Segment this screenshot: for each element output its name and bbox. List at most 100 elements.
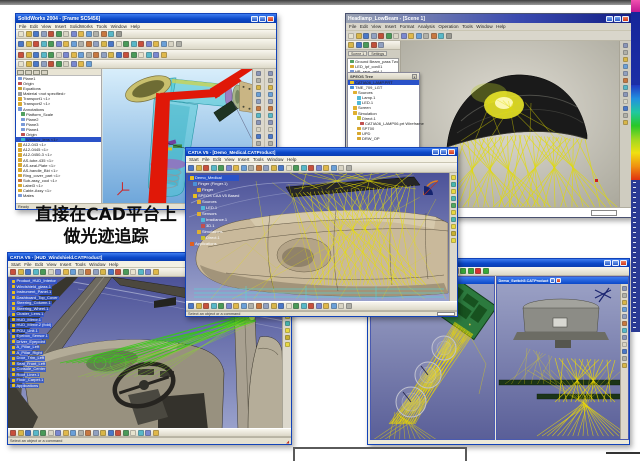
- toolbar-icon[interactable]: [18, 61, 24, 67]
- menu-item[interactable]: View: [41, 24, 51, 29]
- toolbar-icon[interactable]: [371, 33, 377, 39]
- toolbar-icon[interactable]: [18, 430, 24, 436]
- title-bar[interactable]: Headlamp_LowBeam - [Scene 1]: [346, 14, 631, 23]
- menu-item[interactable]: Tools: [96, 24, 107, 29]
- toolbar-icon[interactable]: [196, 165, 202, 171]
- toolbar-icon[interactable]: [226, 303, 232, 309]
- toolbar-icon[interactable]: [78, 269, 84, 275]
- menu-bar[interactable]: FileEditViewInsertSolidWorksToolsWindowH…: [16, 23, 276, 30]
- toolbar-icon[interactable]: [268, 141, 273, 146]
- toolbar-icon[interactable]: [48, 269, 54, 275]
- toolbar-icon[interactable]: [108, 41, 114, 47]
- toolbar-icon[interactable]: [378, 33, 384, 39]
- toolbar-icon[interactable]: [268, 78, 273, 83]
- toolbar-icon[interactable]: [161, 41, 167, 47]
- toolbar-icon[interactable]: [263, 303, 269, 309]
- toolbar-icon[interactable]: [623, 113, 628, 118]
- menu-item[interactable]: Start: [189, 157, 199, 162]
- toolbar-icon[interactable]: [348, 33, 354, 39]
- toolbar-standard[interactable]: [16, 30, 276, 39]
- toolbar-icon[interactable]: [468, 268, 474, 274]
- menu-item[interactable]: Insert: [238, 157, 250, 162]
- toolbar-icon[interactable]: [41, 61, 47, 67]
- menu-item[interactable]: Edit: [35, 262, 43, 267]
- toolbar-icon[interactable]: [116, 52, 122, 58]
- menu-item[interactable]: Format: [400, 24, 415, 29]
- toolbar-icon[interactable]: [408, 33, 414, 39]
- toolbar-icon[interactable]: [108, 31, 114, 37]
- toolbar-icon[interactable]: [268, 127, 273, 132]
- minimize-button[interactable]: [550, 278, 555, 283]
- toolbar-icon[interactable]: [100, 430, 106, 436]
- menu-item[interactable]: Window: [111, 24, 127, 29]
- toolbar-icon[interactable]: [316, 165, 322, 171]
- toolbar-icon[interactable]: [256, 303, 262, 309]
- toolbar-icon[interactable]: [146, 52, 152, 58]
- toolbar-icon[interactable]: [256, 99, 261, 104]
- toolbar-icon[interactable]: [123, 41, 129, 47]
- toolbar-icon[interactable]: [116, 41, 122, 47]
- toolbar-icon[interactable]: [241, 165, 247, 171]
- toolbar-icon[interactable]: [71, 52, 77, 58]
- toolbar-icon[interactable]: [10, 269, 16, 275]
- toolbar-icon[interactable]: [115, 269, 121, 275]
- toolbar-icon[interactable]: [56, 61, 62, 67]
- toolbar-icon[interactable]: [78, 31, 84, 37]
- toolbar-icon[interactable]: [48, 61, 54, 67]
- toolbar-icon[interactable]: [256, 92, 261, 97]
- toolbar-icon[interactable]: [622, 321, 627, 326]
- toolbar-icon[interactable]: [86, 41, 92, 47]
- toolbar-icon[interactable]: [233, 165, 239, 171]
- toolbar-icon[interactable]: [451, 203, 456, 208]
- toolbar-icon[interactable]: [622, 342, 627, 347]
- status-field[interactable]: [437, 312, 455, 316]
- toolbar-icon[interactable]: [93, 52, 99, 58]
- toolbar-icon[interactable]: [285, 342, 290, 347]
- menu-item[interactable]: Insert: [60, 262, 72, 267]
- toolbar-icon[interactable]: [115, 430, 121, 436]
- toolbar-icon[interactable]: [123, 269, 129, 275]
- toolbar-icon[interactable]: [55, 430, 61, 436]
- toolbar-icon[interactable]: [346, 165, 352, 171]
- panel-tab[interactable]: Scene 1: [348, 51, 367, 56]
- toolbar-icon[interactable]: [623, 43, 628, 48]
- right-toolbar[interactable]: [619, 41, 631, 207]
- toolbar-icon[interactable]: [196, 303, 202, 309]
- tab-property[interactable]: [25, 70, 32, 75]
- toolbar-icon[interactable]: [10, 430, 16, 436]
- child-right-toolbar[interactable]: [620, 284, 628, 439]
- child-title-bar[interactable]: Demo_Switch5.CATProduct: [497, 277, 628, 284]
- maximize-button[interactable]: [259, 16, 266, 22]
- title-bar[interactable]: SolidWorks 2004 - [Frame SC5456]: [16, 14, 276, 23]
- toolbar-icon[interactable]: [63, 430, 69, 436]
- toolbar-icon[interactable]: [78, 41, 84, 47]
- toolbar-icon[interactable]: [338, 303, 344, 309]
- palette-title-bar[interactable]: SPEOS Treex: [348, 73, 419, 80]
- toolbar-icon[interactable]: [268, 71, 273, 76]
- tree-item[interactable]: DRW_OP: [348, 136, 419, 141]
- toolbar-icon[interactable]: [323, 165, 329, 171]
- toolbar-icon[interactable]: [268, 134, 273, 139]
- toolbar-icon[interactable]: [256, 134, 261, 139]
- toolbar-icon[interactable]: [286, 165, 292, 171]
- toolbar-icon[interactable]: [371, 42, 377, 48]
- toolbar-features[interactable]: [16, 39, 276, 50]
- toolbar-icon[interactable]: [153, 430, 159, 436]
- menu-item[interactable]: Analysis: [418, 24, 435, 29]
- toolbar-icon[interactable]: [63, 61, 69, 67]
- toolbar-icon[interactable]: [41, 41, 47, 47]
- menu-item[interactable]: Tools: [253, 157, 264, 162]
- toolbar-icon[interactable]: [256, 120, 261, 125]
- toolbar-icon[interactable]: [63, 31, 69, 37]
- toolbar-icon[interactable]: [268, 92, 273, 97]
- menu-item[interactable]: Window: [89, 262, 105, 267]
- toolbar-icon[interactable]: [451, 210, 456, 215]
- toolbar-icon[interactable]: [285, 321, 290, 326]
- toolbar-icon[interactable]: [475, 268, 481, 274]
- toolbar-icon[interactable]: [268, 120, 273, 125]
- toolbar-icon[interactable]: [346, 303, 352, 309]
- menu-item[interactable]: Tools: [75, 262, 86, 267]
- menu-item[interactable]: View: [371, 24, 381, 29]
- toolbar-icon[interactable]: [33, 269, 39, 275]
- toolbar-icon[interactable]: [348, 42, 354, 48]
